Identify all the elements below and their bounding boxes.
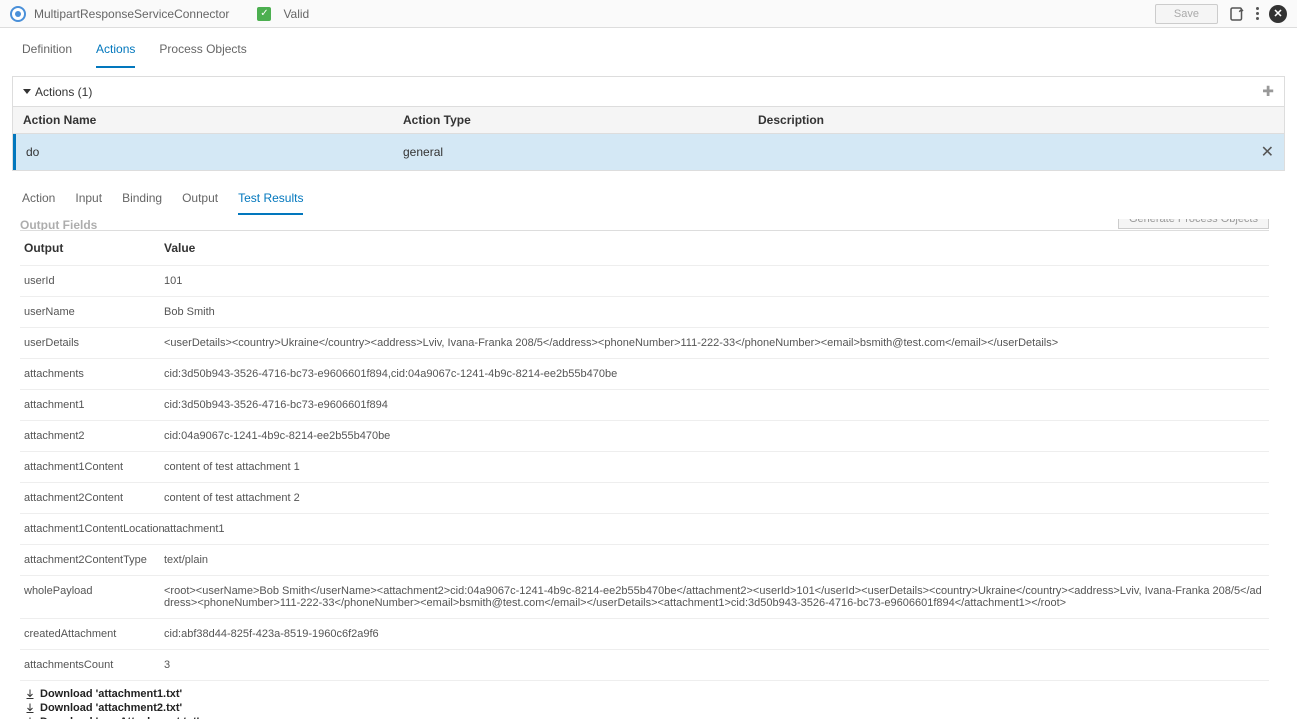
output-row: wholePayload<root><userName>Bob Smith</u… (20, 576, 1269, 619)
output-row-value: content of test attachment 2 (164, 492, 1265, 504)
connector-icon (10, 6, 26, 22)
actions-table-header: Action Name Action Type Description (13, 106, 1284, 134)
output-row: attachment2cid:04a9067c-1241-4b9c-8214-e… (20, 421, 1269, 452)
output-row-value: cid:3d50b943-3526-4716-bc73-e9606601f894 (164, 399, 1265, 411)
output-row-name: attachment2 (24, 430, 164, 442)
output-row-value: text/plain (164, 554, 1265, 566)
output-row-value: cid:04a9067c-1241-4b9c-8214-ee2b55b470be (164, 430, 1265, 442)
output-row-value: 3 (164, 659, 1265, 671)
output-row-name: attachmentsCount (24, 659, 164, 671)
output-row: attachmentsCount3 (20, 650, 1269, 681)
top-bar: MultipartResponseServiceConnector ✓ Vali… (0, 0, 1297, 28)
output-rows: userId101userNameBob SmithuserDetails<us… (20, 266, 1269, 681)
tab-definition[interactable]: Definition (22, 42, 72, 68)
output-row: attachment2Contentcontent of test attach… (20, 483, 1269, 514)
output-row-value: <userDetails><country>Ukraine</country><… (164, 337, 1265, 349)
main-tabs: Definition Actions Process Objects (0, 28, 1297, 68)
col-header-desc: Description (748, 107, 1284, 133)
output-row-value: cid:abf38d44-825f-423a-8519-1960c6f2a9f6 (164, 628, 1265, 640)
top-bar-right: Save ✕ (1155, 4, 1287, 24)
action-row-delete-icon[interactable]: ✕ (1251, 134, 1284, 170)
output-row-value: attachment1 (164, 523, 1265, 535)
output-scroll[interactable]: Output Fields Generate Process Objects O… (20, 219, 1277, 719)
subtab-output[interactable]: Output (182, 191, 218, 215)
output-row-name: wholePayload (24, 585, 164, 609)
output-row-name: attachment1Content (24, 461, 164, 473)
action-row-name: do (16, 137, 393, 167)
output-col-header-value: Value (164, 241, 1265, 255)
output-container: Output Fields Generate Process Objects O… (20, 219, 1277, 719)
download-icon (24, 702, 36, 714)
output-row: attachment1cid:3d50b943-3526-4716-bc73-e… (20, 390, 1269, 421)
subtab-binding[interactable]: Binding (122, 191, 162, 215)
page-title: MultipartResponseServiceConnector (34, 7, 229, 21)
subtab-action[interactable]: Action (22, 191, 55, 215)
tab-process-objects[interactable]: Process Objects (159, 42, 246, 68)
output-row: attachment1ContentLocationattachment1 (20, 514, 1269, 545)
subtab-test-results[interactable]: Test Results (238, 191, 303, 215)
collapse-icon[interactable] (23, 89, 31, 94)
output-col-header-output: Output (24, 241, 164, 255)
output-row-name: attachments (24, 368, 164, 380)
valid-check-icon: ✓ (257, 7, 271, 21)
col-header-name: Action Name (13, 107, 393, 133)
close-icon[interactable]: ✕ (1269, 5, 1287, 23)
kebab-menu-icon[interactable] (1256, 7, 1259, 20)
actions-title: Actions (1) (35, 85, 92, 99)
output-row-value: content of test attachment 1 (164, 461, 1265, 473)
download-link[interactable]: Download 'newAttachment.txt' (24, 715, 1265, 719)
output-row: createdAttachmentcid:abf38d44-825f-423a-… (20, 619, 1269, 650)
output-row: attachmentscid:3d50b943-3526-4716-bc73-e… (20, 359, 1269, 390)
output-row-name: attachment2Content (24, 492, 164, 504)
action-row-type: general (393, 137, 748, 167)
output-row: userNameBob Smith (20, 297, 1269, 328)
output-row-value: 101 (164, 275, 1265, 287)
output-table-header: Output Value (20, 231, 1269, 266)
download-links: Download 'attachment1.txt' Download 'atta… (20, 681, 1269, 719)
validate-icon[interactable] (1228, 5, 1246, 23)
output-row-name: attachment2ContentType (24, 554, 164, 566)
generate-process-objects-button[interactable]: Generate Process Objects (1118, 219, 1269, 229)
tab-actions[interactable]: Actions (96, 42, 135, 68)
download-link-label: Download 'attachment1.txt' (40, 688, 182, 700)
sub-tabs: Action Input Binding Output Test Results (0, 179, 1297, 215)
output-row-name: attachment1 (24, 399, 164, 411)
output-row-name: attachment1ContentLocation (24, 523, 164, 535)
output-row: userDetails<userDetails><country>Ukraine… (20, 328, 1269, 359)
output-row: attachment2ContentTypetext/plain (20, 545, 1269, 576)
output-row: attachment1Contentcontent of test attach… (20, 452, 1269, 483)
output-row-value: <root><userName>Bob Smith</userName><att… (164, 585, 1265, 609)
output-row: userId101 (20, 266, 1269, 297)
action-row[interactable]: do general ✕ (13, 134, 1284, 170)
download-link[interactable]: Download 'attachment2.txt' (24, 701, 1265, 715)
subtab-input[interactable]: Input (75, 191, 102, 215)
download-link[interactable]: Download 'attachment1.txt' (24, 687, 1265, 701)
output-row-value: Bob Smith (164, 306, 1265, 318)
actions-panel: Actions (1) ✚ Action Name Action Type De… (12, 76, 1285, 171)
action-row-desc (748, 144, 1251, 160)
output-fields-title: Output Fields (20, 219, 97, 231)
download-link-label: Download 'attachment2.txt' (40, 702, 182, 714)
output-row-name: userId (24, 275, 164, 287)
output-row-name: createdAttachment (24, 628, 164, 640)
save-button[interactable]: Save (1155, 4, 1218, 24)
output-row-value: cid:3d50b943-3526-4716-bc73-e9606601f894… (164, 368, 1265, 380)
output-row-name: userName (24, 306, 164, 318)
actions-header[interactable]: Actions (1) ✚ (13, 77, 1284, 106)
top-bar-left: MultipartResponseServiceConnector ✓ Vali… (10, 6, 1155, 22)
output-fields-header: Output Fields Generate Process Objects (20, 219, 1269, 231)
download-icon (24, 688, 36, 700)
col-header-type: Action Type (393, 107, 748, 133)
valid-label: Valid (283, 7, 309, 21)
output-row-name: userDetails (24, 337, 164, 349)
add-action-icon[interactable]: ✚ (1262, 83, 1274, 100)
